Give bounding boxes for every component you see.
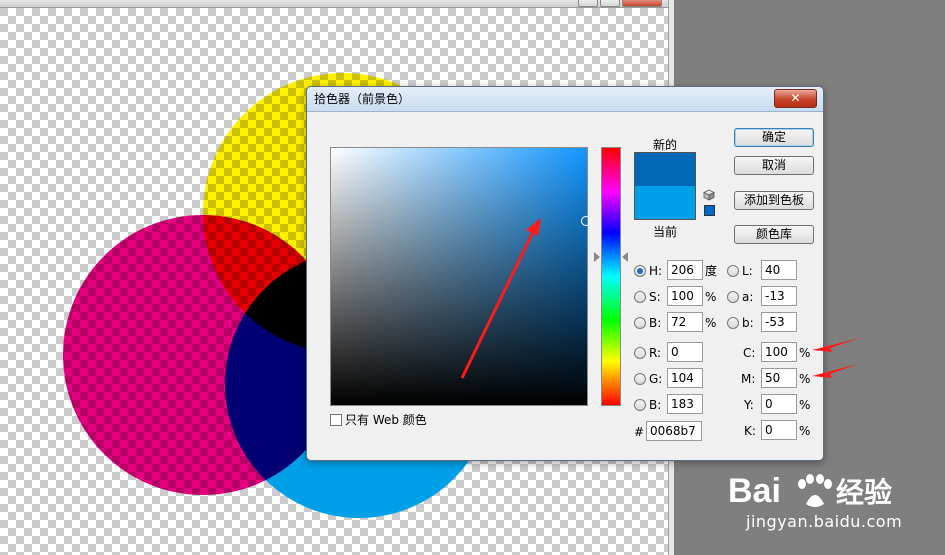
black-field[interactable]: 0 <box>761 420 797 440</box>
green-field[interactable]: 104 <box>667 368 703 388</box>
baidu-jingyan-watermark: Bai 经验 <box>728 472 892 510</box>
hue-slider-arrow-icon[interactable] <box>622 252 628 262</box>
minimize-button[interactable] <box>578 0 598 7</box>
current-color-swatch[interactable] <box>634 186 696 220</box>
lab-l-field[interactable]: 40 <box>761 260 797 280</box>
svg-text:Bai: Bai <box>728 472 781 510</box>
close-icon: ✕ <box>790 91 801 105</box>
dialog-body: 新的 当前 确定 取消 添加到色板 颜色库 H: 206 度 S: 100 % … <box>312 114 818 455</box>
green-radio[interactable] <box>634 373 646 385</box>
watermark-url: jingyan.baidu.com <box>746 512 903 531</box>
hex-field[interactable]: 0068b7 <box>646 421 702 441</box>
blue-label: B: <box>649 398 662 412</box>
dialog-title: 拾色器（前景色） <box>314 92 411 106</box>
hue-slider-arrow-icon[interactable] <box>594 252 600 262</box>
hue-label: H: <box>649 264 663 278</box>
saturation-radio[interactable] <box>634 291 646 303</box>
magenta-field[interactable]: 50 <box>761 368 797 388</box>
web-colors-only-checkbox[interactable] <box>330 414 342 426</box>
magenta-label: M: <box>741 372 756 386</box>
red-field[interactable]: 0 <box>667 342 703 362</box>
lab-b-field[interactable]: -53 <box>761 312 797 332</box>
saturation-field[interactable]: 100 <box>667 286 703 306</box>
saturation-unit: % <box>705 290 717 304</box>
color-libraries-button[interactable]: 颜色库 <box>734 225 814 244</box>
add-to-swatches-button[interactable]: 添加到色板 <box>734 191 814 210</box>
lab-b-radio[interactable] <box>727 317 739 329</box>
websafe-color-swatch[interactable] <box>704 205 715 216</box>
brightness-radio[interactable] <box>634 317 646 329</box>
document-titlebar <box>0 0 672 8</box>
doc-close-button[interactable] <box>622 0 662 7</box>
close-button[interactable]: ✕ <box>774 89 817 108</box>
hue-radio[interactable] <box>634 265 646 277</box>
brightness-unit: % <box>705 316 717 330</box>
new-color-swatch <box>634 152 696 186</box>
red-radio[interactable] <box>634 347 646 359</box>
hex-label: # <box>634 425 645 439</box>
svg-text:经验: 经验 <box>836 476 892 509</box>
lab-b-label: b: <box>742 316 754 330</box>
cancel-button[interactable]: 取消 <box>734 156 814 175</box>
annotation-arrow-icon <box>460 218 541 379</box>
cyan-label: C: <box>743 346 756 360</box>
black-unit: % <box>799 424 811 438</box>
new-color-label: 新的 <box>652 138 677 152</box>
green-label: G: <box>649 372 663 386</box>
lab-l-label: L: <box>742 264 753 278</box>
brightness-field[interactable]: 72 <box>667 312 703 332</box>
annotation-arrow-icon <box>812 338 860 378</box>
yellow-field[interactable]: 0 <box>761 394 797 414</box>
lab-a-field[interactable]: -13 <box>761 286 797 306</box>
lab-l-radio[interactable] <box>727 265 739 277</box>
red-label: R: <box>649 346 662 360</box>
black-label: K: <box>744 424 756 438</box>
lab-a-label: a: <box>742 290 754 304</box>
hue-slider[interactable] <box>601 147 621 406</box>
maximize-button[interactable] <box>600 0 620 7</box>
out-of-gamut-cube-icon[interactable] <box>703 189 715 201</box>
web-colors-only-label: 只有 Web 颜色 <box>345 413 427 427</box>
saturation-label: S: <box>649 290 661 304</box>
dialog-titlebar[interactable]: 拾色器（前景色） ✕ <box>307 87 823 112</box>
brightness-label: B: <box>649 316 662 330</box>
blue-radio[interactable] <box>634 399 646 411</box>
lab-a-radio[interactable] <box>727 291 739 303</box>
ok-button[interactable]: 确定 <box>734 128 814 147</box>
hue-field[interactable]: 206 <box>667 260 703 280</box>
blue-field[interactable]: 183 <box>667 394 703 414</box>
yellow-unit: % <box>799 398 811 412</box>
color-picker-dialog: 拾色器（前景色） ✕ 新的 当前 确定 取消 添加到色板 颜色库 H: 206 … <box>306 86 824 461</box>
hue-unit: 度 <box>705 264 718 278</box>
yellow-label: Y: <box>744 398 754 412</box>
current-color-label: 当前 <box>652 225 677 239</box>
cyan-field[interactable]: 100 <box>761 342 797 362</box>
